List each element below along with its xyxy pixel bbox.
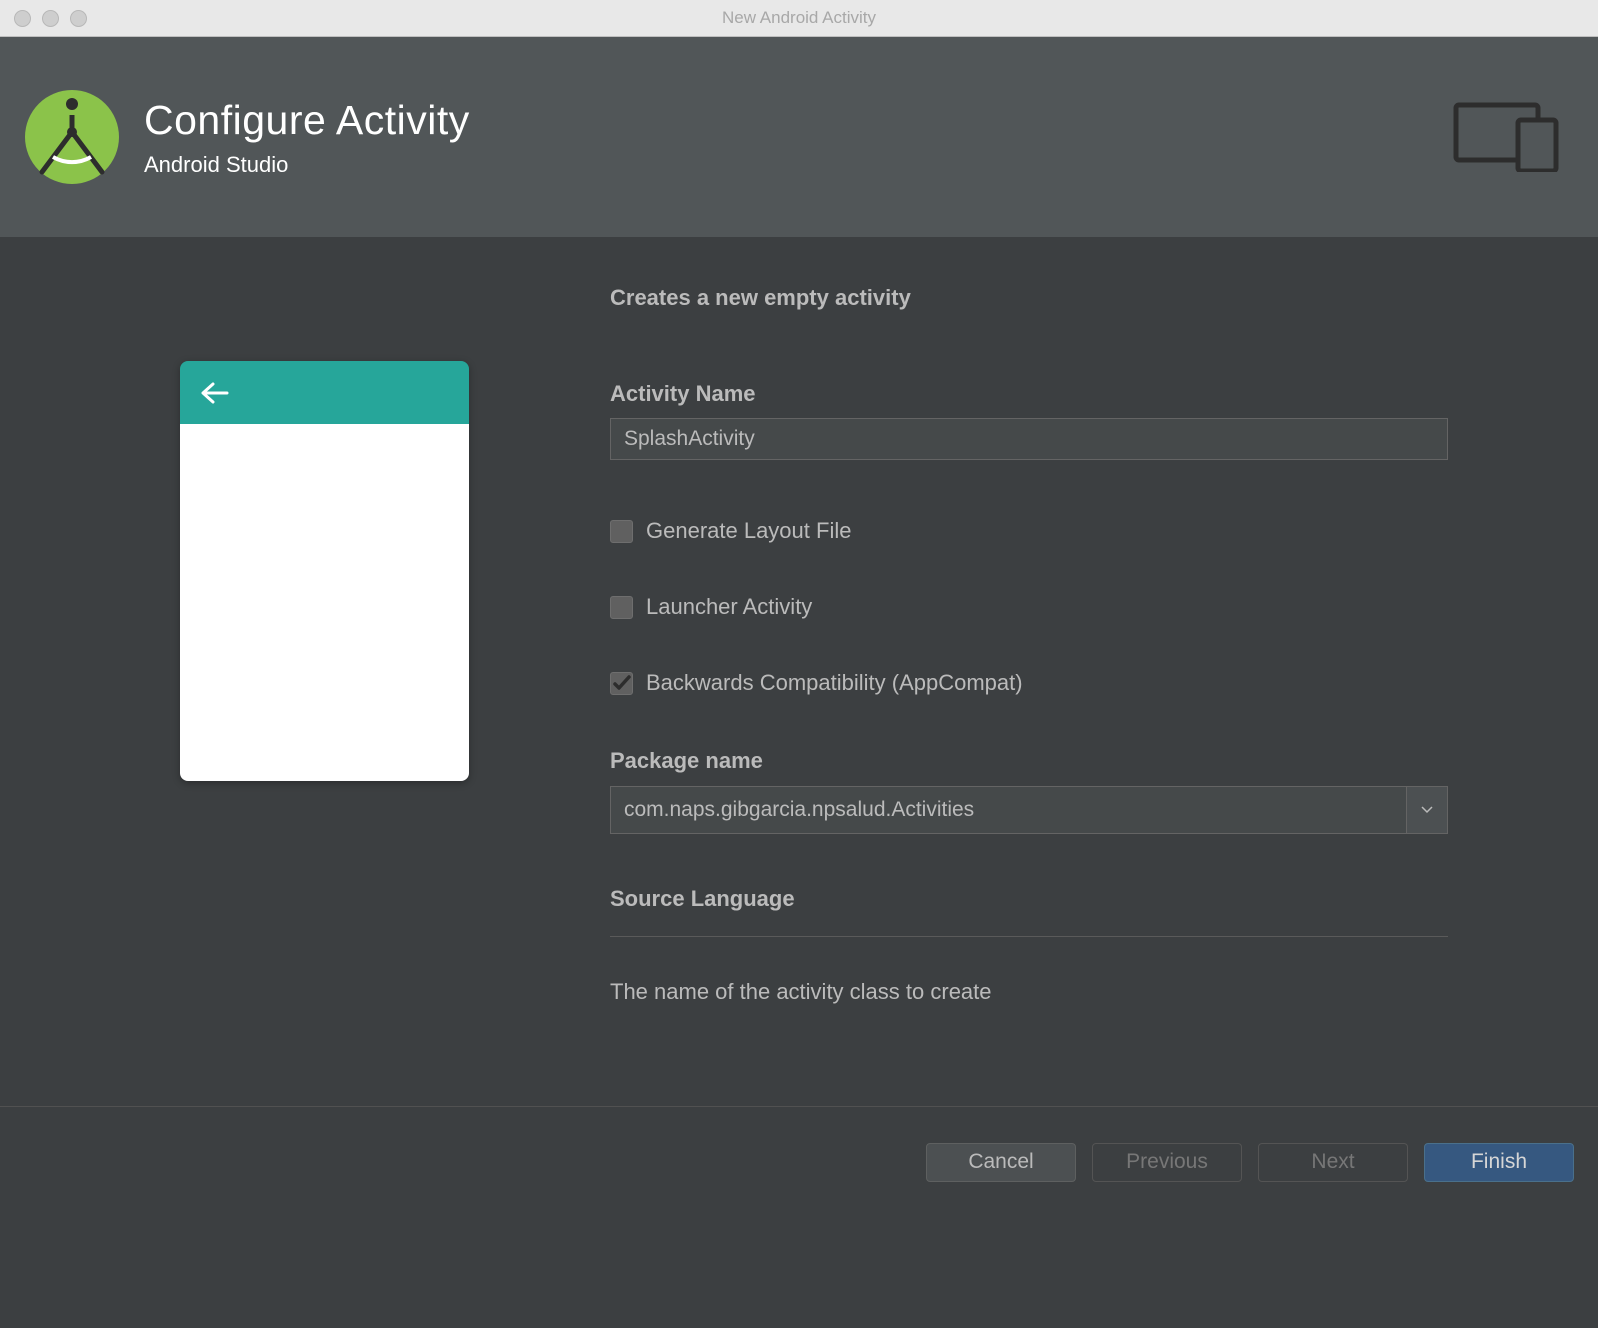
android-studio-logo [25, 90, 119, 184]
next-button[interactable]: Next [1258, 1143, 1408, 1182]
template-topbar [180, 361, 469, 424]
window-title: New Android Activity [722, 8, 876, 28]
package-name-dropdown-button[interactable] [1406, 786, 1448, 834]
header-left: Configure Activity Android Studio [25, 90, 470, 184]
finish-button[interactable]: Finish [1424, 1143, 1574, 1182]
template-body [180, 424, 469, 781]
footer-bar: Cancel Previous Next Finish [0, 1106, 1598, 1217]
back-arrow-icon [200, 381, 230, 405]
package-name-input[interactable] [610, 786, 1406, 834]
header-subtitle: Android Studio [144, 152, 470, 178]
package-name-dropdown [610, 786, 1448, 834]
backwards-compat-checkbox[interactable] [610, 672, 633, 695]
generate-layout-row: Generate Layout File [610, 518, 1446, 544]
minimize-window-button[interactable] [42, 10, 59, 27]
previous-button[interactable]: Previous [1092, 1143, 1242, 1182]
generate-layout-checkbox[interactable] [610, 520, 633, 543]
source-language-underline [610, 936, 1448, 937]
traffic-lights [14, 10, 87, 27]
devices-icon [1453, 102, 1561, 172]
launcher-activity-label: Launcher Activity [646, 594, 812, 620]
header-title: Configure Activity [144, 97, 470, 144]
header-titles: Configure Activity Android Studio [144, 97, 470, 178]
generate-layout-label: Generate Layout File [646, 518, 851, 544]
template-preview [180, 361, 469, 781]
backwards-compat-label: Backwards Compatibility (AppCompat) [646, 670, 1023, 696]
source-language-label: Source Language [610, 886, 1446, 912]
cancel-button[interactable]: Cancel [926, 1143, 1076, 1182]
form-area: Activity Name Generate Layout File Launc… [610, 381, 1446, 1005]
title-bar: New Android Activity [0, 0, 1598, 37]
maximize-window-button[interactable] [70, 10, 87, 27]
activity-name-input[interactable] [610, 418, 1448, 460]
launcher-activity-checkbox[interactable] [610, 596, 633, 619]
header-banner: Configure Activity Android Studio [0, 37, 1598, 237]
main-content: Creates a new empty activity Activity Na… [0, 237, 1598, 1217]
backwards-compat-row: Backwards Compatibility (AppCompat) [610, 670, 1446, 696]
activity-name-label: Activity Name [610, 381, 1446, 407]
launcher-activity-row: Launcher Activity [610, 594, 1446, 620]
chevron-down-icon [1421, 806, 1433, 814]
package-name-label: Package name [610, 748, 1446, 774]
intro-text: Creates a new empty activity [610, 285, 1446, 311]
close-window-button[interactable] [14, 10, 31, 27]
help-text: The name of the activity class to create [610, 979, 1446, 1005]
